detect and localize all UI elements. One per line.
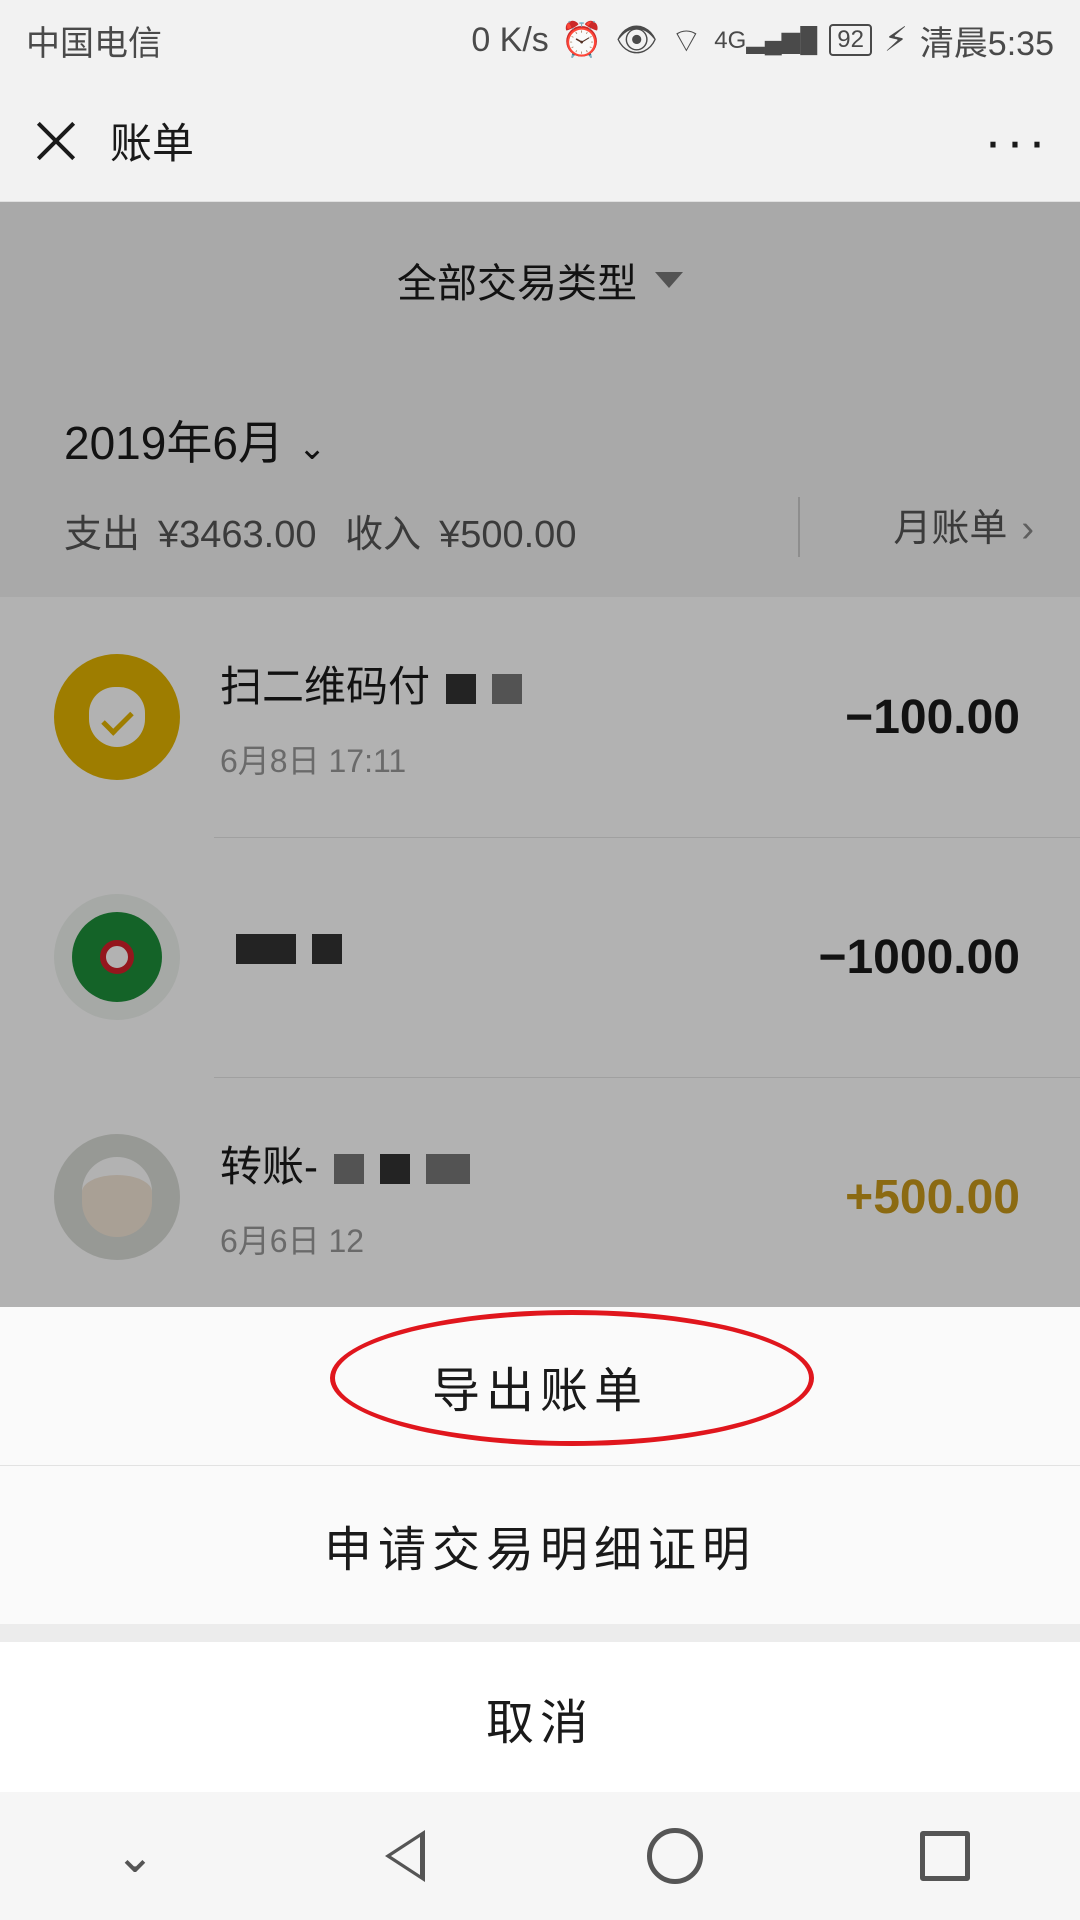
battery-level: 92 <box>837 26 864 53</box>
recent-apps-icon[interactable] <box>915 1826 975 1886</box>
carrier-label: 中国电信 <box>26 24 162 63</box>
home-icon[interactable] <box>645 1826 705 1886</box>
wifi-icon: ⌔ <box>670 21 703 60</box>
alarm-icon: ⏰ <box>560 21 604 59</box>
status-bar: 中国电信 0 K/s ⏰ 👁 ⌔ 4G▂▄▆█ 92 ⚡ 清晨5:35 <box>0 0 1080 80</box>
eye-icon: 👁 <box>615 21 659 59</box>
status-right: 0 K/s ⏰ 👁 ⌔ 4G▂▄▆█ 92 ⚡ 清晨5:35 <box>471 16 1054 65</box>
modal-overlay[interactable] <box>0 202 1080 1307</box>
apply-statement-button[interactable]: 申请交易明细证明 <box>0 1465 1080 1624</box>
signal-icon: 4G▂▄▆█ <box>714 26 818 54</box>
page-title: 账单 <box>110 120 195 167</box>
system-nav-bar: ⌄ <box>0 1792 1080 1920</box>
sheet-separator <box>0 1624 1080 1642</box>
back-icon[interactable] <box>375 1826 435 1886</box>
net-speed: 0 K/s <box>471 20 549 59</box>
more-options-icon[interactable]: ··· <box>984 114 1050 168</box>
close-icon[interactable] <box>30 116 80 166</box>
battery-icon: 92 <box>829 24 872 56</box>
network-type: 4G <box>714 26 747 54</box>
charging-icon: ⚡ <box>883 21 908 59</box>
cancel-button[interactable]: 取消 <box>0 1642 1080 1793</box>
highlight-annotation <box>330 1310 814 1446</box>
chevron-down-icon[interactable]: ⌄ <box>105 1826 165 1886</box>
clock: 清晨5:35 <box>919 24 1054 63</box>
app-header: 账单 ··· <box>0 80 1080 202</box>
